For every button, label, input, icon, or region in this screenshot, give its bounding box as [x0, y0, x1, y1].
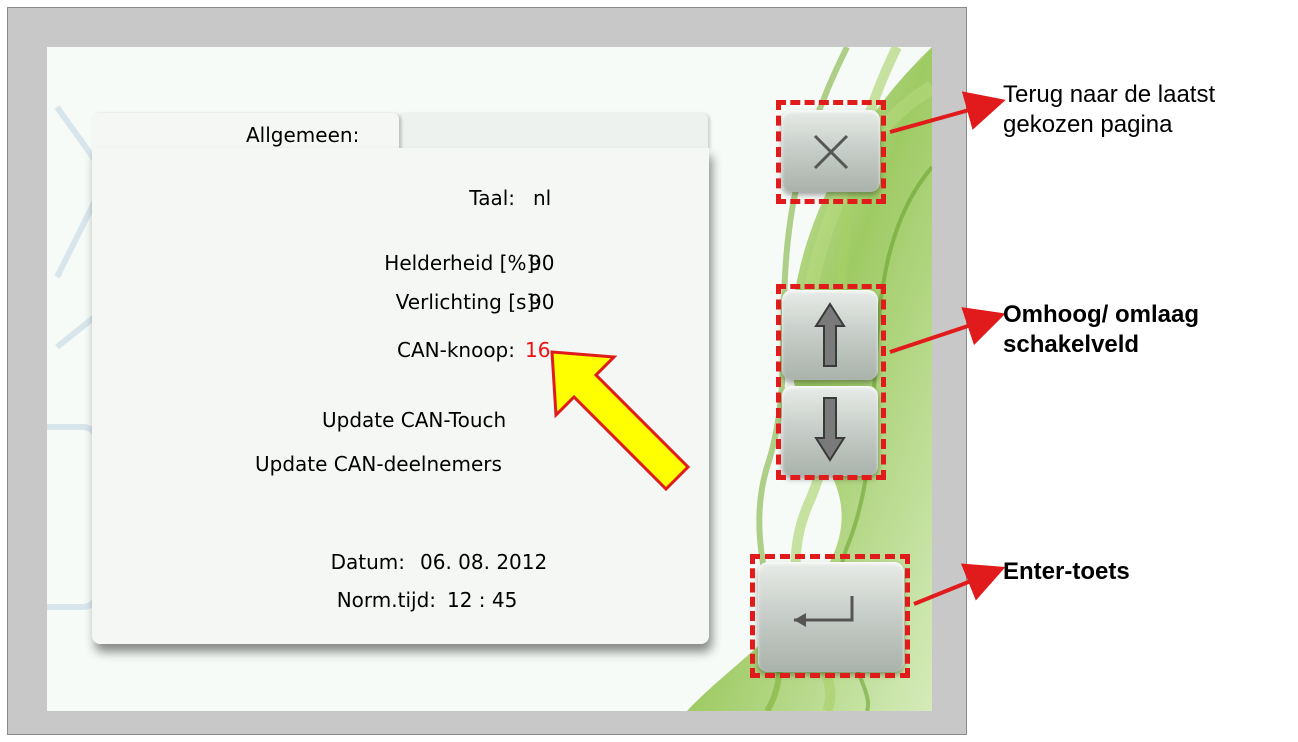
helderheid-value[interactable]: 90	[529, 251, 554, 275]
time-label: Norm.tijd:	[336, 588, 436, 612]
highlight-close	[776, 100, 886, 204]
annotation-updown-line2: schakelveld	[1003, 331, 1140, 358]
annotation-arrows	[889, 91, 1006, 606]
annotation-close-line1: Terug naar de laatst	[1003, 81, 1216, 108]
time-value[interactable]: 12 : 45	[447, 588, 517, 612]
taal-value[interactable]: nl	[533, 186, 551, 210]
taal-label: Taal:	[469, 186, 515, 210]
helderheid-label: Helderheid [%]:	[384, 251, 541, 275]
tab-label: Allgemeen:	[246, 123, 360, 147]
annotation-updown: Omhoog/ omlaag schakelveld	[1003, 300, 1199, 360]
annotation-close-line2: gekozen pagina	[1003, 111, 1173, 138]
date-label: Datum:	[330, 550, 405, 574]
pointer-arrow	[550, 350, 691, 492]
highlight-updown	[776, 284, 886, 480]
annotation-updown-line1: Omhoog/ omlaag	[1003, 301, 1200, 328]
annotation-close: Terug naar de laatst gekozen pagina	[1003, 80, 1215, 140]
panel-tab-strip	[400, 113, 708, 148]
annotation-enter: Enter-toets	[1003, 558, 1130, 585]
verlichting-value[interactable]: 90	[529, 290, 554, 314]
can-knoop-label: CAN-knoop:	[397, 338, 515, 362]
verlichting-label: Verlichting [s]:	[395, 290, 541, 314]
date-value[interactable]: 06. 08. 2012	[420, 550, 547, 574]
update-can-deelnemers-button[interactable]: Update CAN-deelnemers	[255, 452, 502, 476]
update-can-touch-button[interactable]: Update CAN-Touch	[322, 408, 506, 432]
